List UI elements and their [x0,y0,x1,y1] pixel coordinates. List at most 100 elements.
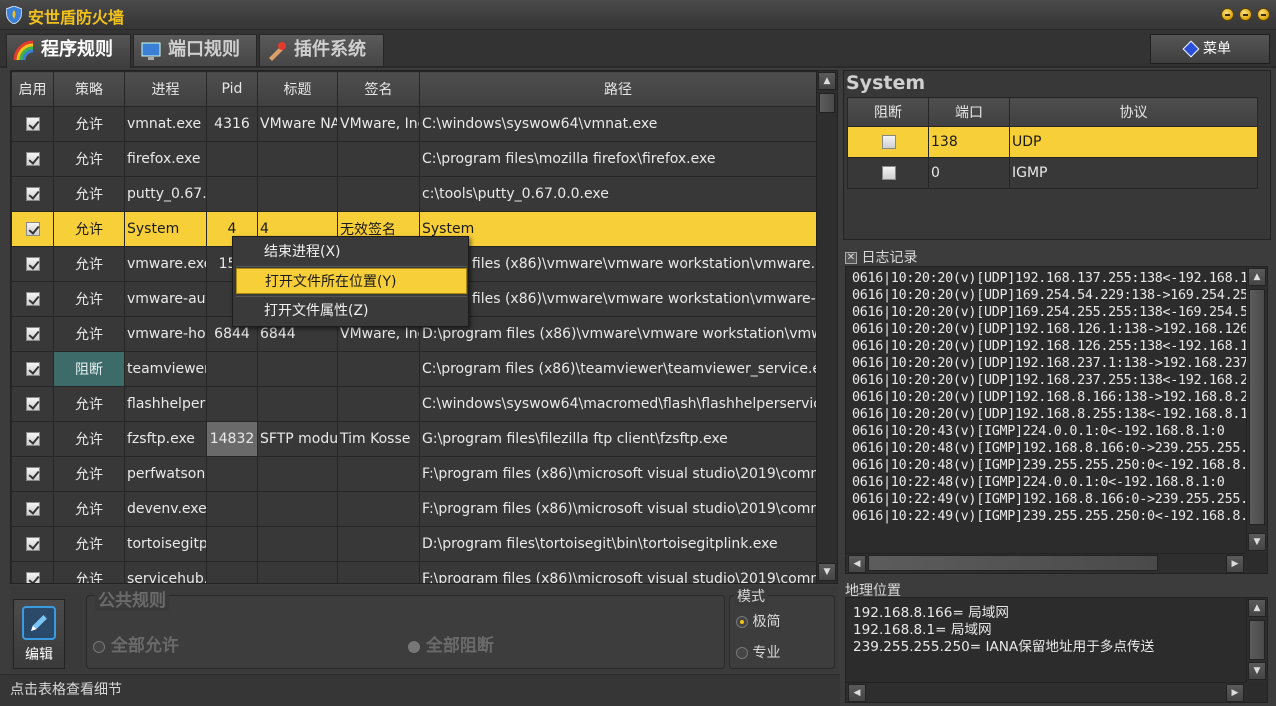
close-icon[interactable]: ✕ [845,252,857,264]
policy-cell[interactable]: 允许 [53,106,125,142]
log-hscrollbar[interactable]: ◀ ▶ [846,553,1246,573]
policy-cell[interactable]: 允许 [53,386,125,422]
column-header-port[interactable]: 端口 [928,97,1010,127]
scroll-right-icon[interactable]: ▶ [1226,555,1244,573]
scroll-up-icon[interactable]: ▲ [1248,599,1266,617]
column-header-signer[interactable]: 签名 [337,71,420,107]
table-scrollbar[interactable]: ▲ ▼ [816,71,837,583]
table-row[interactable]: 允许perfwatson2.exe F:\program files (x86)\… [11,456,817,492]
column-header-protocol[interactable]: 协议 [1009,97,1258,127]
enabled-cell[interactable] [11,176,54,212]
enabled-checkbox[interactable] [25,327,40,341]
edit-button[interactable]: 编辑 [13,599,65,669]
scroll-right-icon[interactable]: ▶ [1226,684,1244,702]
table-row[interactable]: 允许 devenv.exe F:\program files (x86)\micro… [11,491,817,527]
enabled-checkbox[interactable] [25,222,40,236]
column-header-pid[interactable]: Pid [206,71,258,107]
column-header-block[interactable]: 阻断 [847,97,929,127]
enabled-checkbox[interactable] [25,502,40,516]
policy-cell[interactable]: 允许 [53,421,125,457]
block-cell[interactable] [847,157,929,189]
policy-cell[interactable]: 允许 [53,246,125,282]
table-row[interactable]: 允许 firefox.exe C:\program files\mozilla fi… [11,141,817,177]
enabled-cell[interactable] [11,386,54,422]
tab-program-rules[interactable]: 程序规则 [6,34,131,68]
mode-pro-radio[interactable] [736,647,748,659]
policy-cell[interactable]: 允许 [53,281,125,317]
block-checkbox[interactable] [882,166,896,180]
column-header-title[interactable]: 标题 [257,71,338,107]
enabled-checkbox[interactable] [25,152,40,166]
enabled-cell[interactable] [11,141,54,177]
scrollbar-thumb[interactable] [1249,620,1265,660]
mode-option-simple[interactable]: 极简 [736,611,780,631]
enabled-cell[interactable] [11,281,54,317]
block-checkbox[interactable] [882,135,896,149]
column-header-policy[interactable]: 策略 [53,71,125,107]
table-row[interactable]: 允许flashhelperservice.exe C:\windows\syswo… [11,386,817,422]
policy-cell[interactable]: 阻断 [53,351,125,387]
mode-option-pro[interactable]: 专业 [736,642,780,662]
scroll-down-icon[interactable]: ▼ [1248,533,1266,551]
scrollbar-thumb[interactable] [819,93,835,113]
policy-cell[interactable]: 允许 [53,456,125,492]
table-row[interactable]: 允许servicehub.identityhost.exe F:\program … [11,561,817,583]
enabled-cell[interactable] [11,351,54,387]
enabled-checkbox[interactable] [25,467,40,481]
scroll-down-icon[interactable]: ▼ [1248,662,1266,680]
scrollbar-thumb[interactable] [868,555,1158,571]
table-row[interactable]: 允许fzsftp.exe14832SFTP moduleTim KosseG:\… [11,421,817,457]
maximize-button[interactable] [1239,8,1252,21]
geo-hscrollbar[interactable]: ◀ ▶ [846,682,1246,702]
enabled-checkbox[interactable] [25,187,40,201]
enabled-checkbox[interactable] [25,432,40,446]
table-row[interactable]: 允许tortoisegitplink.exe D:\program files\t… [11,526,817,562]
scroll-left-icon[interactable]: ◀ [848,684,866,702]
table-row[interactable]: 阻断teamviewer_service.exe C:\program files… [11,351,817,387]
column-header-enabled[interactable]: 启用 [11,71,54,107]
menu-item-end-process[interactable]: 结束进程(X) [236,239,467,265]
policy-cell[interactable]: 允许 [53,141,125,177]
enabled-cell[interactable] [11,316,54,352]
scroll-left-icon[interactable]: ◀ [848,555,866,573]
policy-cell[interactable]: 允许 [53,211,125,247]
tab-plugin-system[interactable]: 插件系统 [259,34,384,66]
policy-cell[interactable]: 允许 [53,491,125,527]
enabled-checkbox[interactable] [25,257,40,271]
log-vscrollbar[interactable]: ▲ ▼ [1246,267,1267,552]
enabled-cell[interactable] [11,421,54,457]
menu-item-open-file-location[interactable]: 打开文件所在位置(Y) [236,268,467,294]
enabled-cell[interactable] [11,561,54,583]
enabled-checkbox[interactable] [25,397,40,411]
enabled-checkbox[interactable] [25,362,40,376]
table-row[interactable]: 允许putty_0.67.0.0.exe c:\tools\putty_0.67.… [11,176,817,212]
allow-all-option[interactable]: 全部允许 [93,631,179,656]
minimize-button[interactable] [1221,8,1234,21]
column-header-path[interactable]: 路径 [419,71,817,107]
enabled-cell[interactable] [11,106,54,142]
table-row[interactable]: 允许vmnat.exe4316VMware NATVMware, Inc.C:\… [11,106,817,142]
menu-button[interactable]: 菜单 [1150,34,1270,64]
mode-simple-radio[interactable] [736,616,748,628]
enabled-cell[interactable] [11,211,54,247]
enabled-checkbox[interactable] [25,117,40,131]
column-header-process[interactable]: 进程 [124,71,207,107]
block-all-option[interactable]: 全部阻断 [408,631,494,656]
block-all-radio[interactable] [408,640,420,653]
policy-cell[interactable]: 允许 [53,561,125,583]
menu-item-file-properties[interactable]: 打开文件属性(Z) [236,298,467,324]
close-button[interactable] [1257,8,1270,21]
port-row[interactable]: 138 UDP [847,126,1258,158]
scroll-down-icon[interactable]: ▼ [818,563,836,581]
port-row[interactable]: 0 IGMP [847,157,1258,189]
geo-vscrollbar[interactable]: ▲ ▼ [1246,598,1267,682]
scrollbar-thumb[interactable] [1249,289,1265,525]
enabled-cell[interactable] [11,526,54,562]
block-cell[interactable] [847,126,929,158]
scroll-up-icon[interactable]: ▲ [1248,268,1266,286]
scroll-up-icon[interactable]: ▲ [818,72,836,90]
enabled-checkbox[interactable] [25,572,40,583]
policy-cell[interactable]: 允许 [53,176,125,212]
enabled-checkbox[interactable] [25,537,40,551]
policy-cell[interactable]: 允许 [53,526,125,562]
